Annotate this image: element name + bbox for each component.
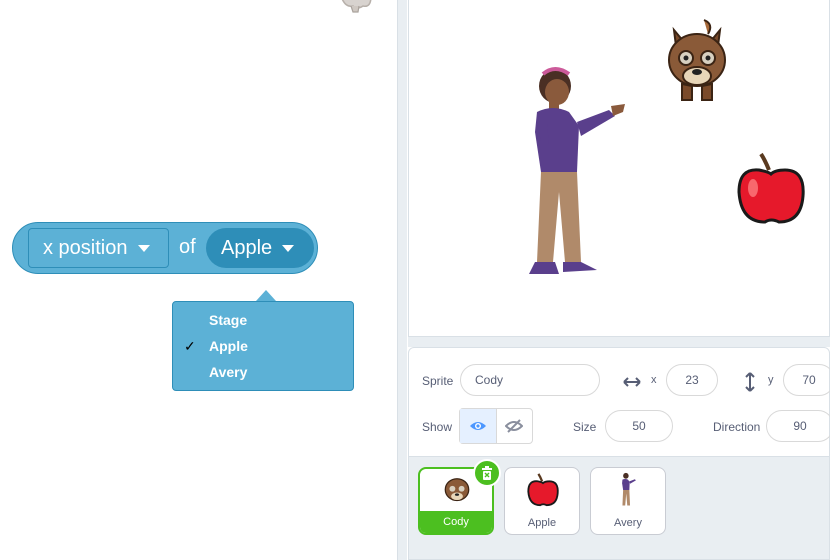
cody-thumbnail (444, 478, 470, 502)
chevron-down-icon (282, 244, 295, 252)
menu-item-apple[interactable]: Apple (209, 338, 248, 354)
chevron-down-icon (137, 244, 150, 252)
menu-pointer (256, 290, 276, 301)
sprite-tile-apple[interactable]: Apple (504, 467, 580, 535)
eye-icon (469, 422, 486, 430)
x-input[interactable]: 23 (666, 364, 718, 396)
sprite-label: Sprite (422, 374, 454, 388)
sprite-tile-avery[interactable]: Avery (590, 467, 666, 535)
menu-item-avery[interactable]: Avery (209, 364, 247, 380)
y-arrows-icon (745, 372, 755, 392)
avery-thumbnail (622, 472, 636, 506)
sprite-tile-cody-name: Cody (420, 511, 492, 533)
sprite-list: Cody Apple Avery (408, 457, 830, 560)
apple-thumbnail (527, 473, 559, 507)
y-label: y (768, 374, 774, 386)
panel-divider (397, 0, 407, 560)
eye-hidden-icon (505, 419, 524, 433)
direction-label: Direction (713, 420, 761, 434)
sprite-tile-apple-name: Apple (527, 517, 557, 529)
cody-sprite[interactable] (664, 18, 730, 104)
x-arrows-icon (623, 377, 641, 387)
sprite-info-panel: Sprite Cody x 23 y 70 Show Size 50 Direc… (408, 347, 830, 457)
stage-gap (408, 337, 830, 347)
direction-input[interactable]: 90 (766, 410, 830, 442)
block-of-text: of (179, 236, 196, 258)
target-dropdown[interactable]: Apple (206, 228, 314, 268)
target-dropdown-menu: Stage ✓ Apple Avery (172, 301, 354, 391)
size-label: Size (573, 420, 597, 434)
show-label: Show (422, 420, 453, 434)
sprite-name-input[interactable]: Cody (460, 364, 600, 396)
sprite-tile-avery-name: Avery (614, 517, 642, 529)
check-icon: ✓ (184, 338, 196, 354)
sprite-thumbnail-partial (341, 0, 372, 13)
y-input[interactable]: 70 (783, 364, 830, 396)
show-visible-button[interactable] (460, 409, 497, 443)
property-dropdown[interactable]: x position (28, 228, 169, 268)
x-label: x (651, 374, 657, 386)
code-area[interactable] (0, 0, 397, 560)
target-dropdown-label: Apple (221, 236, 273, 259)
property-dropdown-label: x position (43, 236, 128, 259)
avery-sprite[interactable] (519, 62, 631, 282)
menu-item-stage[interactable]: Stage (209, 312, 247, 328)
stage[interactable] (408, 0, 830, 337)
show-toggle-group (459, 408, 533, 444)
trash-icon (482, 466, 492, 480)
apple-sprite[interactable] (735, 152, 807, 226)
size-input[interactable]: 50 (605, 410, 673, 442)
show-hidden-button[interactable] (497, 409, 532, 443)
delete-sprite-button[interactable] (473, 459, 501, 487)
